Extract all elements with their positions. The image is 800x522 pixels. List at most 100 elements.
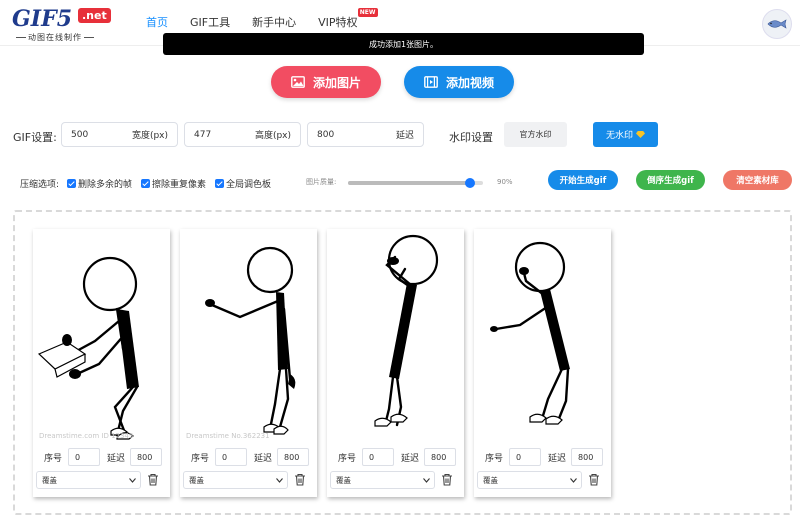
diamond-icon — [636, 131, 645, 138]
trash-icon[interactable] — [588, 473, 600, 486]
dispose-select-value: 覆盖 — [336, 475, 351, 485]
stick-figure-illustration — [37, 256, 139, 440]
no-watermark-label: 无水印 — [605, 131, 633, 141]
dispose-select[interactable]: 覆盖 — [183, 471, 288, 489]
remove-extra-frames-checkbox[interactable]: 删除多余的帧 — [67, 177, 132, 190]
checkbox-label: 擦除重复像素 — [152, 180, 207, 190]
height-value: 477 — [194, 129, 212, 140]
height-field[interactable]: 477 高度(px) — [184, 122, 301, 147]
delay-label: 延迟 — [548, 453, 567, 464]
site-logo[interactable]: GIF5 .net 动图在线制作 — [10, 6, 111, 43]
seq-label: 序号 — [485, 453, 504, 464]
delay-input[interactable]: 800 — [277, 448, 310, 466]
delay-unit: 延迟 — [395, 131, 414, 141]
start-generate-gif-button[interactable]: 开始生成gif — [548, 170, 618, 190]
trash-icon[interactable] — [147, 473, 159, 486]
width-unit: 宽度(px) — [131, 131, 168, 141]
add-video-label: 添加视频 — [445, 75, 494, 90]
film-icon — [424, 76, 438, 88]
height-unit: 高度(px) — [254, 131, 291, 141]
trash-icon[interactable] — [441, 473, 453, 486]
frame-image: Dreamstime.com ID 12345 — [33, 229, 170, 444]
avatar[interactable] — [762, 9, 792, 39]
dispose-select-value: 覆盖 — [42, 475, 57, 485]
checkbox-label: 删除多余的帧 — [78, 180, 133, 190]
nav-vip[interactable]: VIP特权 NEW — [318, 8, 378, 30]
frame-controls: 序号 0 延迟 800 — [180, 448, 317, 466]
checkbox-checked-icon — [215, 179, 224, 188]
watermark-label: 水印设置 — [449, 131, 493, 144]
chevron-down-icon — [129, 477, 136, 483]
frame-image — [474, 229, 611, 444]
seq-label: 序号 — [338, 453, 357, 464]
fish-avatar-icon — [767, 19, 787, 29]
dispose-select[interactable]: 覆盖 — [330, 471, 435, 489]
frame-controls: 序号 0 延迟 800 — [474, 448, 611, 466]
delay-label: 延迟 — [254, 453, 273, 464]
seq-input[interactable]: 0 — [215, 448, 248, 466]
image-watermark: Dreamstime No.362231 — [186, 432, 270, 440]
main-nav: 首页 GIF工具 新手中心 VIP特权 NEW — [146, 8, 380, 30]
width-field[interactable]: 500 宽度(px) — [61, 122, 178, 147]
frame-card[interactable]: 序号 0 延迟 800 覆盖 — [327, 229, 464, 497]
delay-input[interactable]: 800 — [130, 448, 163, 466]
delay-label: 延迟 — [107, 453, 126, 464]
seq-input[interactable]: 0 — [362, 448, 395, 466]
no-watermark-button[interactable]: 无水印 — [593, 122, 658, 147]
delay-input[interactable]: 800 — [571, 448, 604, 466]
quality-slider[interactable] — [348, 178, 483, 188]
seq-input[interactable]: 0 — [68, 448, 101, 466]
compression-label: 压缩选项: — [20, 180, 60, 190]
checkbox-label: 全局调色板 — [226, 180, 272, 190]
image-icon — [291, 76, 305, 88]
nav-vip-label: VIP特权 — [318, 16, 358, 29]
dispose-select-value: 覆盖 — [189, 475, 204, 485]
seq-label: 序号 — [191, 453, 210, 464]
logo-net-badge: .net — [78, 8, 111, 23]
dispose-select[interactable]: 覆盖 — [477, 471, 582, 489]
add-video-button[interactable]: 添加视频 — [404, 66, 514, 98]
dispose-select[interactable]: 覆盖 — [36, 471, 141, 489]
nav-gif-tools[interactable]: GIF工具 — [190, 14, 230, 30]
delay-label: 延迟 — [401, 453, 420, 464]
stick-figure-illustration — [374, 234, 439, 427]
add-image-label: 添加图片 — [312, 75, 361, 90]
stick-figure-illustration — [490, 241, 570, 425]
quality-value: 90% — [497, 178, 513, 186]
new-badge: NEW — [357, 8, 378, 17]
seq-input[interactable]: 0 — [509, 448, 542, 466]
frame-card[interactable]: Dreamstime.com ID 12345 序号 0 延迟 800 覆盖 — [33, 229, 170, 497]
seq-label: 序号 — [44, 453, 63, 464]
nav-beginner-center[interactable]: 新手中心 — [252, 14, 296, 30]
quality-slider-fill — [348, 181, 470, 185]
checkbox-checked-icon — [67, 179, 76, 188]
frame-image: Dreamstime No.362231 — [180, 229, 317, 444]
stick-figure-illustration — [205, 246, 296, 435]
dispose-select-value: 覆盖 — [483, 475, 498, 485]
add-image-button[interactable]: 添加图片 — [271, 66, 381, 98]
logo-text: GIF5 — [12, 6, 73, 32]
delay-field[interactable]: 800 延迟 — [307, 122, 424, 147]
reverse-generate-gif-button[interactable]: 倒序生成gif — [636, 170, 705, 190]
frames-workspace: Dreamstime.com ID 12345 序号 0 延迟 800 覆盖 D… — [13, 210, 792, 515]
clear-library-button[interactable]: 清空素材库 — [723, 170, 792, 190]
image-watermark: Dreamstime.com ID 12345 — [39, 432, 134, 440]
quality-slider-thumb[interactable] — [464, 178, 475, 188]
trash-icon[interactable] — [294, 473, 306, 486]
nav-home[interactable]: 首页 — [146, 14, 168, 30]
frame-card[interactable]: Dreamstime No.362231 序号 0 延迟 800 覆盖 — [180, 229, 317, 497]
chevron-down-icon — [570, 477, 577, 483]
delay-input[interactable]: 800 — [424, 448, 457, 466]
frame-controls: 序号 0 延迟 800 — [327, 448, 464, 466]
erase-duplicate-pixels-checkbox[interactable]: 擦除重复像素 — [141, 177, 206, 190]
checkbox-checked-icon — [141, 179, 150, 188]
official-watermark-button[interactable]: 官方水印 — [504, 122, 567, 147]
chevron-down-icon — [423, 477, 430, 483]
frame-card[interactable]: 序号 0 延迟 800 覆盖 — [474, 229, 611, 497]
logo-subtitle: 动图在线制作 — [14, 32, 96, 43]
quality-label: 图片质量: — [306, 178, 337, 186]
delay-value: 800 — [317, 129, 335, 140]
toast-message: 成功添加1张图片。 — [163, 33, 644, 55]
global-palette-checkbox[interactable]: 全局调色板 — [215, 177, 271, 190]
frame-image — [327, 229, 464, 444]
